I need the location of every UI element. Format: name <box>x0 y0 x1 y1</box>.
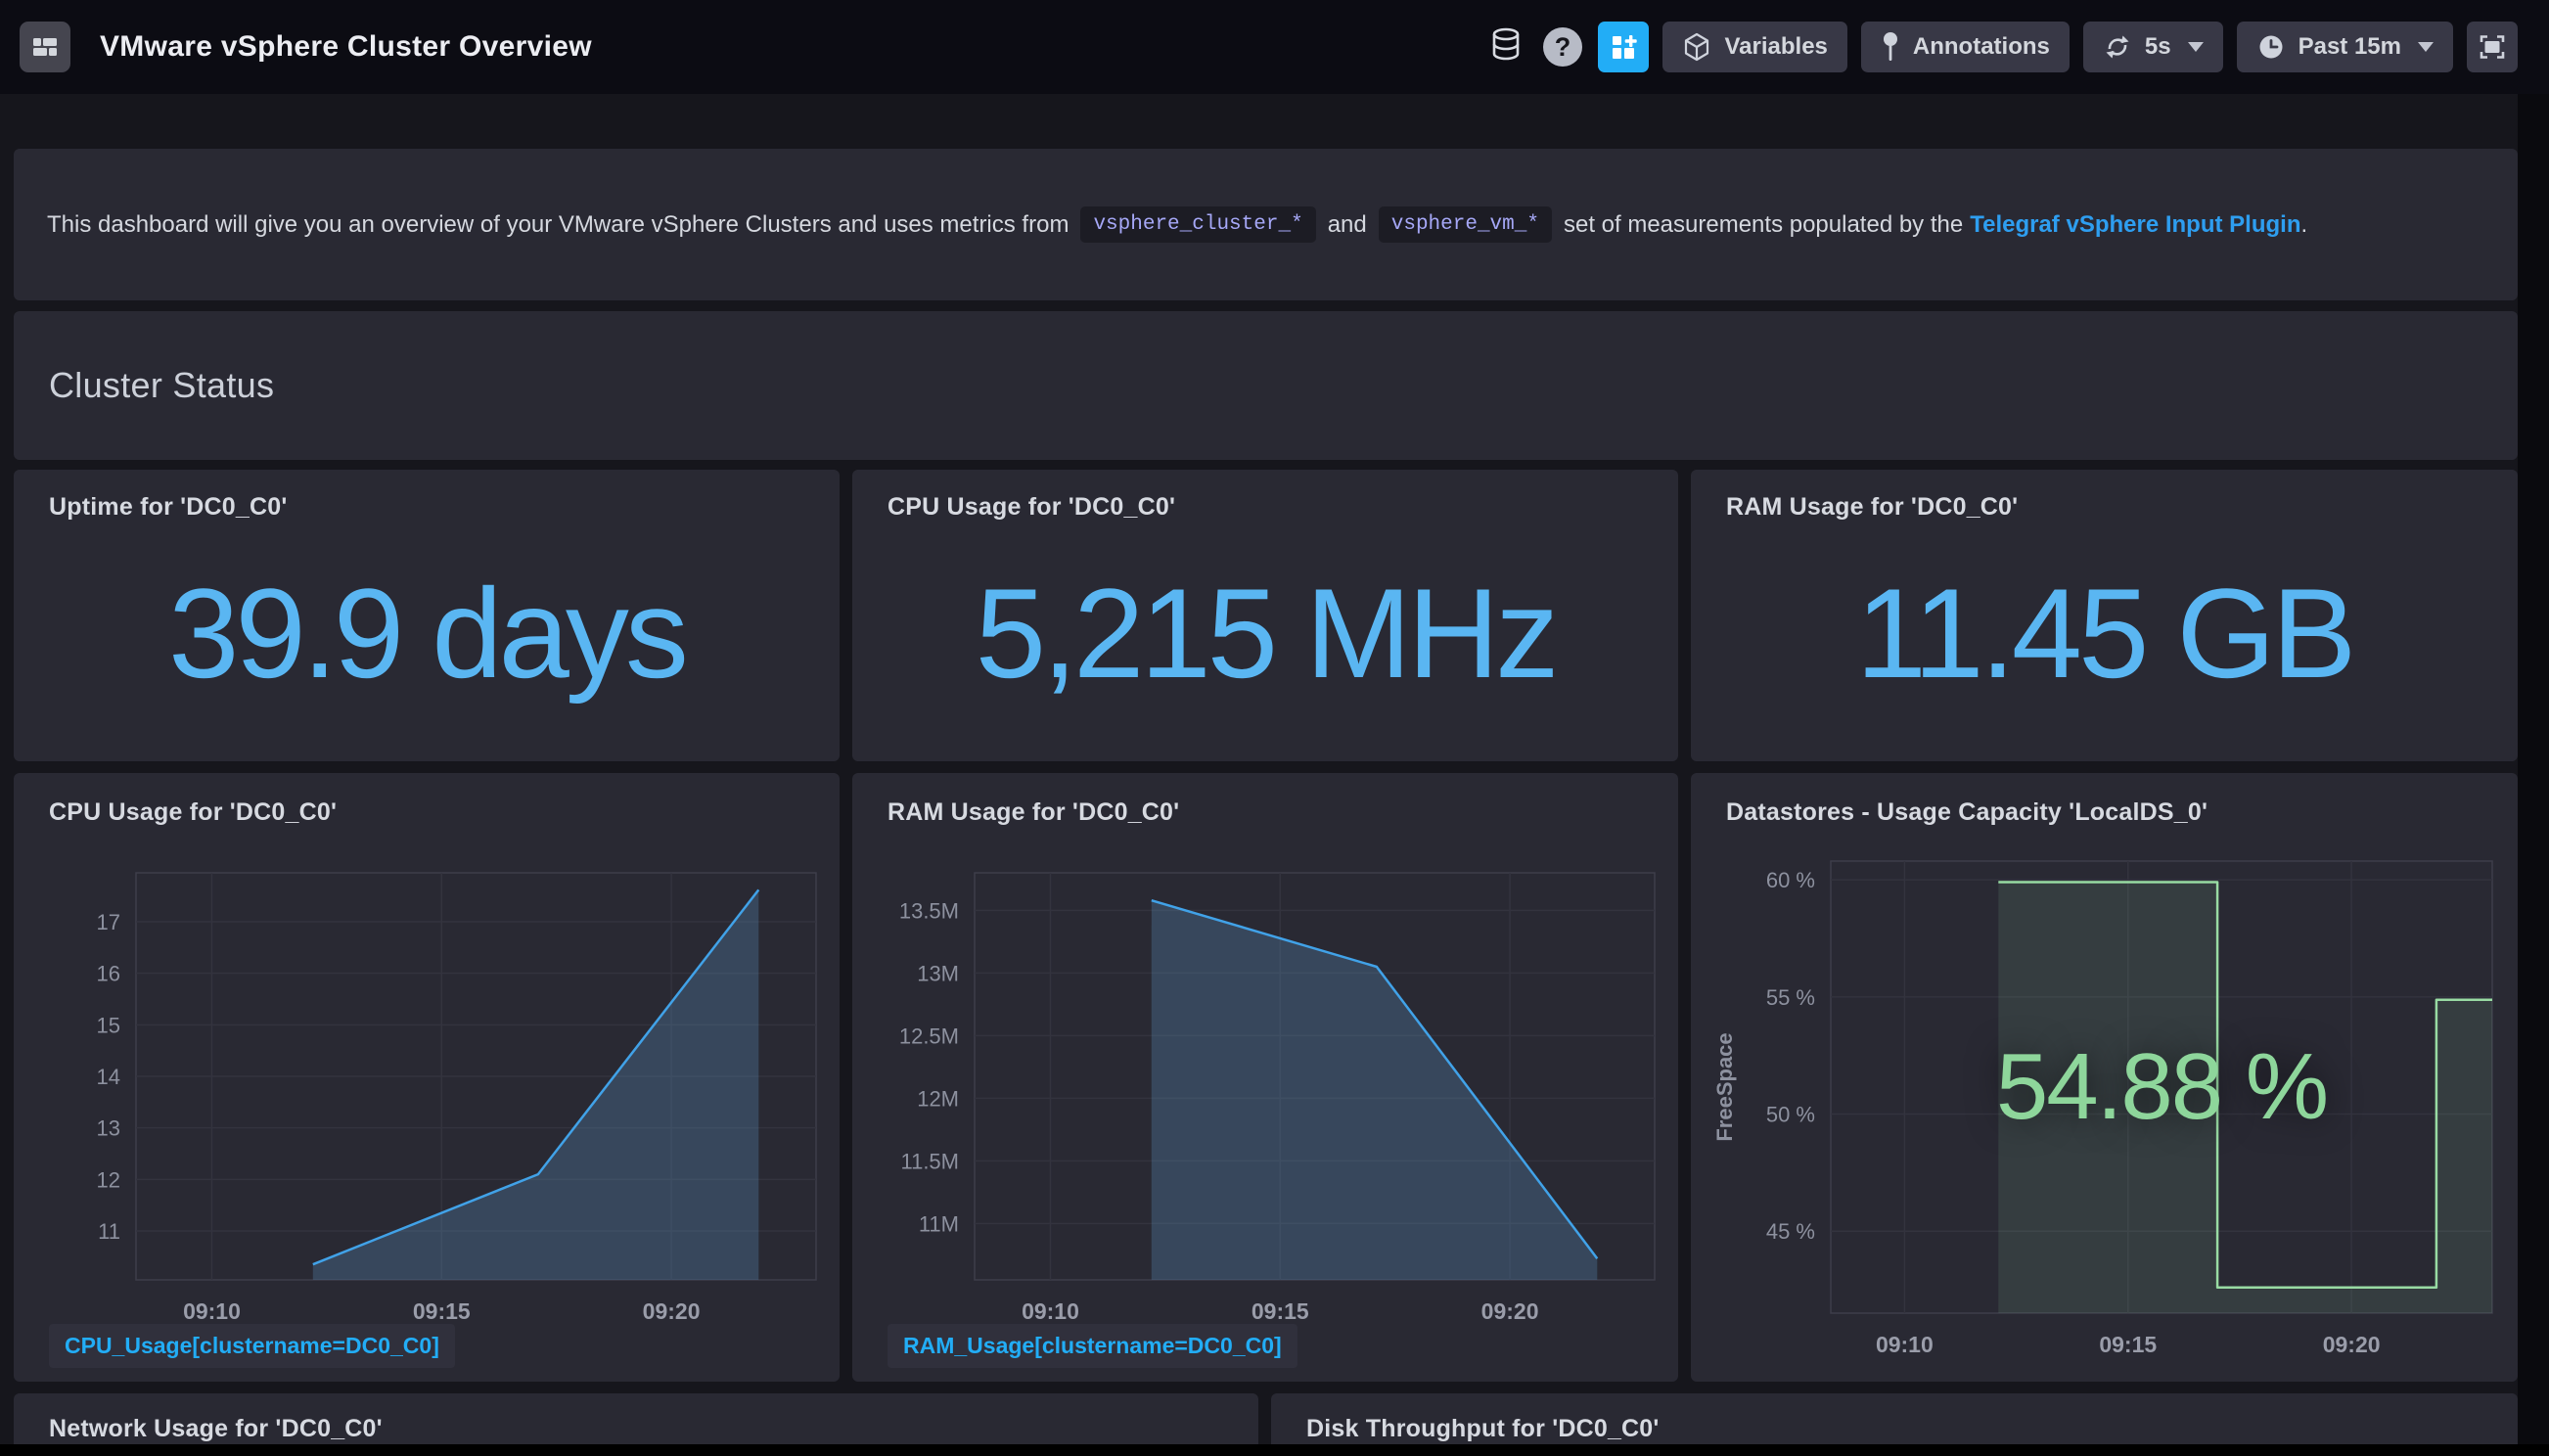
svg-text:09:10: 09:10 <box>1022 1298 1079 1324</box>
panel-title: Network Usage for 'DC0_C0' <box>14 1393 1258 1443</box>
svg-text:17: 17 <box>97 910 120 934</box>
refresh-icon <box>2103 32 2132 62</box>
svg-text:09:10: 09:10 <box>183 1298 241 1324</box>
svg-text:13: 13 <box>97 1116 120 1141</box>
stat-value-uptime: 39.9 days <box>168 560 685 706</box>
add-cell-button[interactable] <box>1598 22 1649 72</box>
svg-text:11: 11 <box>98 1219 120 1244</box>
variables-button[interactable]: Variables <box>1662 22 1846 72</box>
svg-text:09:15: 09:15 <box>2099 1332 2157 1357</box>
svg-text:12M: 12M <box>917 1086 959 1111</box>
panel-title: Datastores - Usage Capacity 'LocalDS_0' <box>1726 798 2208 827</box>
chevron-down-icon <box>2188 42 2204 52</box>
svg-text:09:15: 09:15 <box>1252 1298 1309 1324</box>
dashboard-header: VMware vSphere Cluster Overview ? <box>0 0 2549 94</box>
cluster-status-section-panel: Cluster Status <box>14 311 2518 460</box>
note-text-between: and <box>1328 211 1367 239</box>
annotations-button[interactable]: Annotations <box>1861 22 2070 72</box>
dashboard-note-panel: This dashboard will give you an overview… <box>14 149 2518 300</box>
svg-text:13M: 13M <box>917 961 959 985</box>
database-icon <box>1489 27 1523 67</box>
note-text-after: set of measurements populated by the <box>1564 211 1963 239</box>
svg-text:12.5M: 12.5M <box>899 1024 959 1048</box>
panel-title: CPU Usage for 'DC0_C0' <box>49 798 337 827</box>
cube-icon <box>1682 32 1711 62</box>
presentation-mode-button[interactable] <box>2467 22 2518 72</box>
variables-label: Variables <box>1724 33 1827 61</box>
svg-text:09:10: 09:10 <box>1876 1332 1934 1357</box>
svg-text:15: 15 <box>97 1013 120 1037</box>
panel-title: RAM Usage for 'DC0_C0' <box>888 798 1179 827</box>
telegraf-plugin-link[interactable]: Telegraf vSphere Input Plugin <box>1970 211 2300 239</box>
code-chip-vsphere-cluster: vsphere_cluster_* <box>1080 206 1315 243</box>
scrollbar-gutter <box>2518 94 2549 1456</box>
legend-item-cpu-usage[interactable]: CPU_Usage[clustername=DC0_C0] <box>49 1324 455 1368</box>
pin-icon <box>1881 31 1900 63</box>
page-title: VMware vSphere Cluster Overview <box>100 30 592 64</box>
panel-title: Disk Throughput for 'DC0_C0' <box>1271 1393 2518 1443</box>
svg-text:14: 14 <box>97 1065 120 1089</box>
chart-panel-ram-usage: RAM Usage for 'DC0_C0' 11M11.5M12M12.5M1… <box>852 773 1678 1382</box>
chart-panel-datastores: Datastores - Usage Capacity 'LocalDS_0' … <box>1691 773 2518 1382</box>
chart-panel-cpu-usage: CPU Usage for 'DC0_C0' 11 12 13 14 15 16 17 09:… <box>14 773 840 1382</box>
svg-text:55 %: 55 % <box>1766 985 1815 1010</box>
stat-panel-uptime: Uptime for 'DC0_C0' 39.9 days <box>14 470 840 761</box>
svg-text:60 %: 60 % <box>1766 868 1815 892</box>
svg-text:11.5M: 11.5M <box>900 1149 959 1173</box>
svg-text:45 %: 45 % <box>1766 1219 1815 1244</box>
ram-usage-chart[interactable]: 11M 11.5M 12M 12.5M 13M 13.5M 09:10 09:15 09:20 <box>852 842 1678 1382</box>
time-range-label: Past 15m <box>2299 33 2401 61</box>
add-cell-icon <box>1609 32 1638 62</box>
refresh-interval-label: 5s <box>2145 33 2171 61</box>
svg-text:13.5M: 13.5M <box>899 898 959 923</box>
svg-text:09:20: 09:20 <box>1481 1298 1539 1324</box>
dashboard-grid-icon <box>30 33 60 61</box>
svg-text:09:20: 09:20 <box>643 1298 701 1324</box>
annotations-label: Annotations <box>1913 33 2050 61</box>
svg-text:12: 12 <box>97 1167 120 1192</box>
section-title: Cluster Status <box>49 365 274 406</box>
stat-value-ram: 11.45 GB <box>1856 560 2353 706</box>
svg-text:09:20: 09:20 <box>2323 1332 2381 1357</box>
chevron-down-icon <box>2418 42 2434 52</box>
note-text: This dashboard will give you an overview… <box>47 206 2307 243</box>
fullscreen-icon <box>2478 32 2507 62</box>
svg-text:?: ? <box>1555 32 1571 62</box>
help-button[interactable]: ? <box>1541 22 1584 72</box>
cpu-usage-chart[interactable]: 11 12 13 14 15 16 17 09:10 09:15 09:20 <box>14 842 840 1382</box>
datasource-button[interactable] <box>1484 22 1527 72</box>
svg-text:16: 16 <box>97 962 120 986</box>
svg-text:11M: 11M <box>919 1211 959 1236</box>
header-toolbar: ? Vari <box>1484 22 2518 72</box>
window-bottom-edge <box>0 1444 2549 1456</box>
note-period: . <box>2300 211 2307 239</box>
refresh-interval-dropdown[interactable]: 5s <box>2083 22 2223 72</box>
code-chip-vsphere-vm: vsphere_vm_* <box>1379 206 1552 243</box>
svg-text:50 %: 50 % <box>1766 1103 1815 1127</box>
dashboards-nav-button[interactable] <box>20 22 70 72</box>
stat-panel-ram: RAM Usage for 'DC0_C0' 11.45 GB <box>1691 470 2518 761</box>
stat-panel-cpu: CPU Usage for 'DC0_C0' 5,215 MHz <box>852 470 1678 761</box>
stat-value-cpu: 5,215 MHz <box>976 560 1556 706</box>
legend-item-ram-usage[interactable]: RAM_Usage[clustername=DC0_C0] <box>888 1324 1297 1368</box>
datastore-freespace-value: 54.88 % <box>1996 1033 2327 1141</box>
help-icon: ? <box>1541 25 1584 68</box>
clock-icon <box>2256 32 2286 62</box>
svg-text:09:15: 09:15 <box>413 1298 471 1324</box>
note-text-before: This dashboard will give you an overview… <box>47 211 1069 239</box>
header-left: VMware vSphere Cluster Overview <box>20 22 592 72</box>
svg-text:FreeSpace: FreeSpace <box>1712 1032 1737 1141</box>
time-range-dropdown[interactable]: Past 15m <box>2237 22 2453 72</box>
